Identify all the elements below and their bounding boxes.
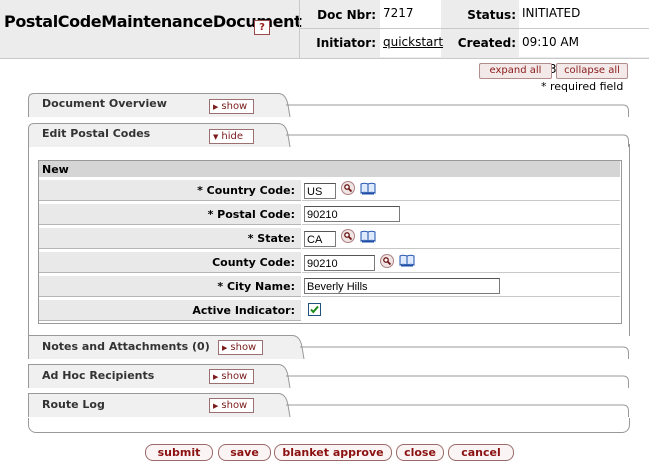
cancel-button[interactable]: cancel: [448, 444, 514, 461]
toggle-label: show: [221, 101, 248, 112]
state-input[interactable]: CA: [304, 231, 336, 247]
state-cell: CA: [302, 227, 620, 249]
tab-shape: [28, 393, 629, 417]
city-name-cell: Beverly Hills: [302, 275, 620, 297]
panel-bottom-frame: [28, 418, 630, 433]
doc-nbr-label: Doc Nbr:: [317, 8, 376, 22]
city-name-input[interactable]: Beverly Hills: [304, 278, 500, 294]
postal-code-cell: 90210: [302, 203, 620, 225]
created-value: 09:10 AM 08/23/2010: [519, 29, 649, 76]
county-code-input[interactable]: 90210: [304, 255, 375, 271]
toggle-label: show: [221, 400, 248, 411]
tab-route-log: Route Log ▶ show: [28, 393, 629, 417]
city-name-label: * City Name:: [39, 275, 301, 297]
expand-all-button[interactable]: expand all: [479, 63, 552, 79]
tab-label: Edit Postal Codes: [42, 127, 151, 140]
lookup-icon[interactable]: [341, 229, 355, 243]
submit-button[interactable]: submit: [145, 444, 213, 461]
lookup-icon[interactable]: [341, 181, 355, 195]
blanket-approve-button[interactable]: blanket approve: [274, 444, 392, 461]
tab-label: Document Overview: [42, 97, 167, 110]
triangle-right-icon: ▶: [213, 402, 219, 410]
county-code-label: County Code:: [39, 251, 301, 273]
status-label: Status:: [467, 8, 516, 22]
required-field-note: * required field: [541, 80, 624, 93]
section-title: New: [42, 163, 69, 176]
show-toggle-button[interactable]: ▶ show: [209, 369, 254, 384]
lookup-icon[interactable]: [380, 254, 394, 268]
triangle-down-icon: ▼: [213, 133, 219, 141]
toggle-label: show: [230, 342, 257, 353]
country-code-label: * Country Code:: [39, 179, 301, 201]
status-value: INITIATED: [519, 0, 649, 28]
country-code-input[interactable]: US: [304, 183, 336, 199]
direct-inquiry-book-icon[interactable]: [399, 253, 415, 267]
hide-toggle-button[interactable]: ▼ hide: [209, 129, 254, 144]
postal-code-input[interactable]: 90210: [304, 206, 400, 222]
tab-document-overview: Document Overview ▶ show: [28, 93, 629, 117]
initiator-link[interactable]: quickstart: [380, 29, 443, 57]
triangle-right-icon: ▶: [213, 103, 219, 111]
direct-inquiry-book-icon[interactable]: [360, 181, 376, 195]
show-toggle-button[interactable]: ▶ show: [218, 340, 263, 355]
document-header: PostalCodeMaintenanceDocument ? Doc Nbr:…: [0, 0, 649, 76]
state-label: * State:: [39, 227, 301, 249]
save-button[interactable]: save: [218, 444, 271, 461]
active-indicator-label: Active Indicator:: [39, 299, 301, 321]
collapse-all-button[interactable]: collapse all: [556, 63, 628, 79]
direct-inquiry-book-icon[interactable]: [360, 229, 376, 243]
triangle-right-icon: ▶: [213, 373, 219, 381]
toggle-label: hide: [221, 131, 244, 142]
triangle-right-icon: ▶: [222, 344, 228, 352]
close-button[interactable]: close: [396, 444, 444, 461]
tab-edit-postal-codes: Edit Postal Codes ▼ hide: [28, 123, 629, 147]
tab-label: Route Log: [42, 398, 105, 411]
active-indicator-checkbox[interactable]: [308, 303, 321, 316]
active-indicator-cell: [302, 299, 620, 321]
show-toggle-button[interactable]: ▶ show: [209, 398, 254, 413]
country-code-cell: US: [302, 179, 620, 201]
tab-notes-and-attachments: Notes and Attachments (0) ▶ show: [28, 335, 629, 359]
tab-ad-hoc-recipients: Ad Hoc Recipients ▶ show: [28, 364, 629, 388]
postal-code-label: * Postal Code:: [39, 203, 301, 225]
county-code-cell: 90210: [302, 251, 620, 273]
show-toggle-button[interactable]: ▶ show: [209, 99, 254, 114]
tab-label: Ad Hoc Recipients: [42, 369, 155, 382]
initiator-label: Initiator:: [316, 36, 376, 50]
section-header: New: [39, 161, 620, 177]
created-label: Created:: [457, 36, 516, 50]
toggle-label: show: [221, 371, 248, 382]
help-icon[interactable]: ?: [254, 20, 270, 35]
doc-nbr-value: 7217: [380, 0, 441, 28]
tab-label: Notes and Attachments (0): [42, 340, 210, 353]
